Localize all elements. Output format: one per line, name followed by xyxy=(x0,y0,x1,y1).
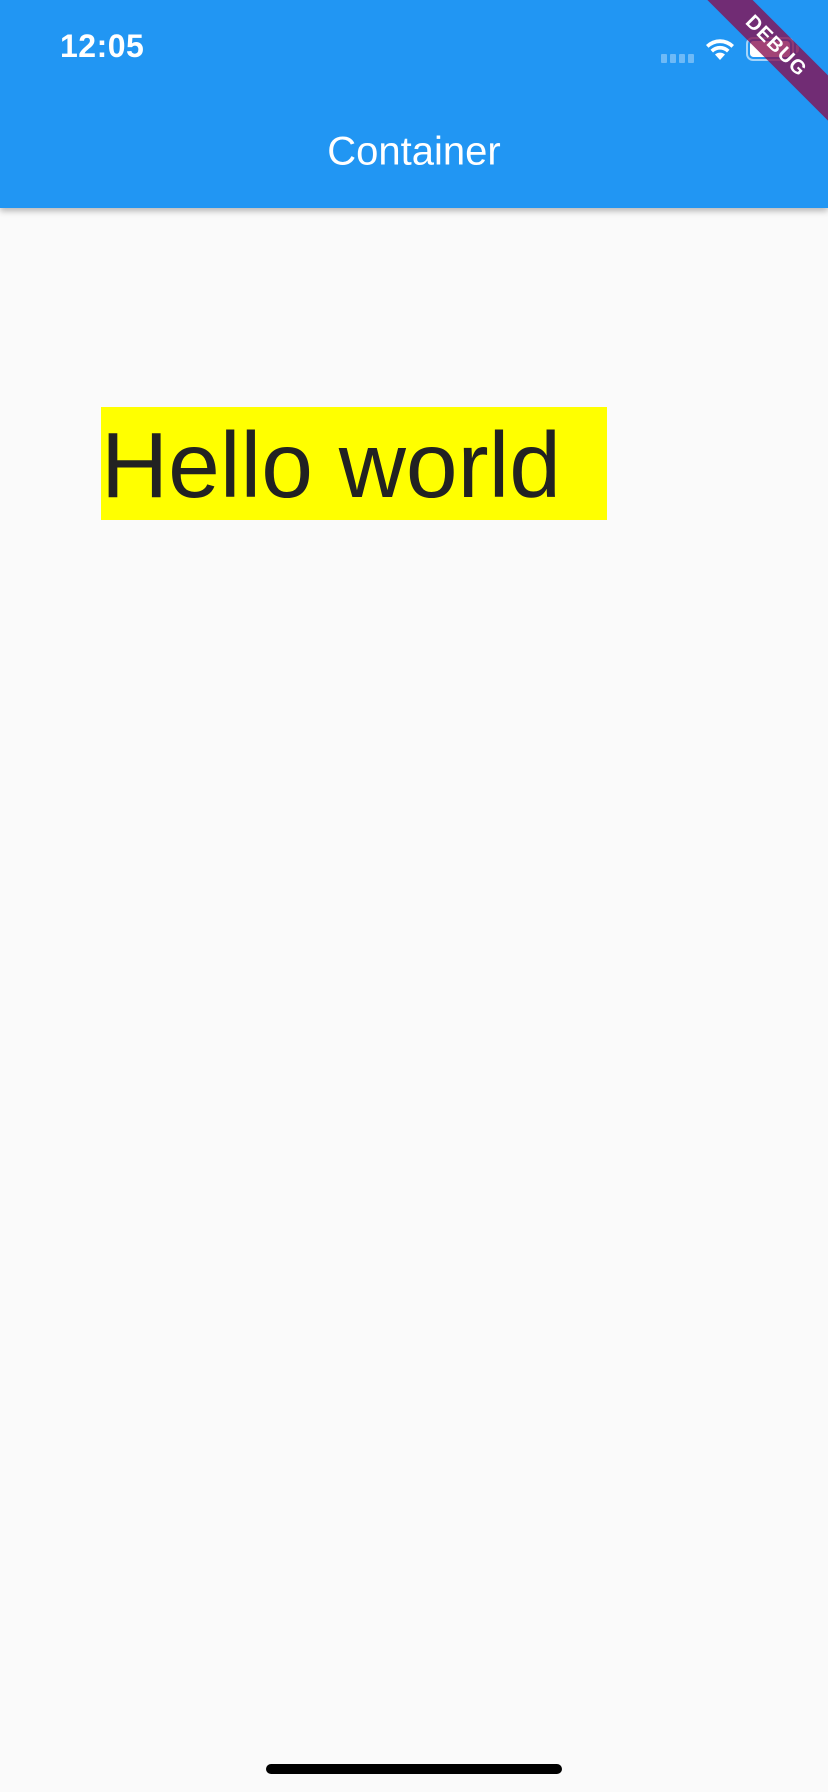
home-indicator[interactable] xyxy=(266,1764,562,1774)
hello-world-text: Hello world xyxy=(101,413,562,517)
cellular-signal-icon xyxy=(661,49,694,63)
yellow-container: Hello world xyxy=(101,407,607,520)
wifi-icon xyxy=(704,36,736,62)
status-bar-time: 12:05 xyxy=(60,28,145,64)
app-screen: 12:05 Container DEBUG Hello world xyxy=(0,0,828,1792)
main-content: Hello world xyxy=(0,208,828,1792)
page-title: Container xyxy=(327,129,501,174)
app-bar: 12:05 Container xyxy=(0,0,828,208)
